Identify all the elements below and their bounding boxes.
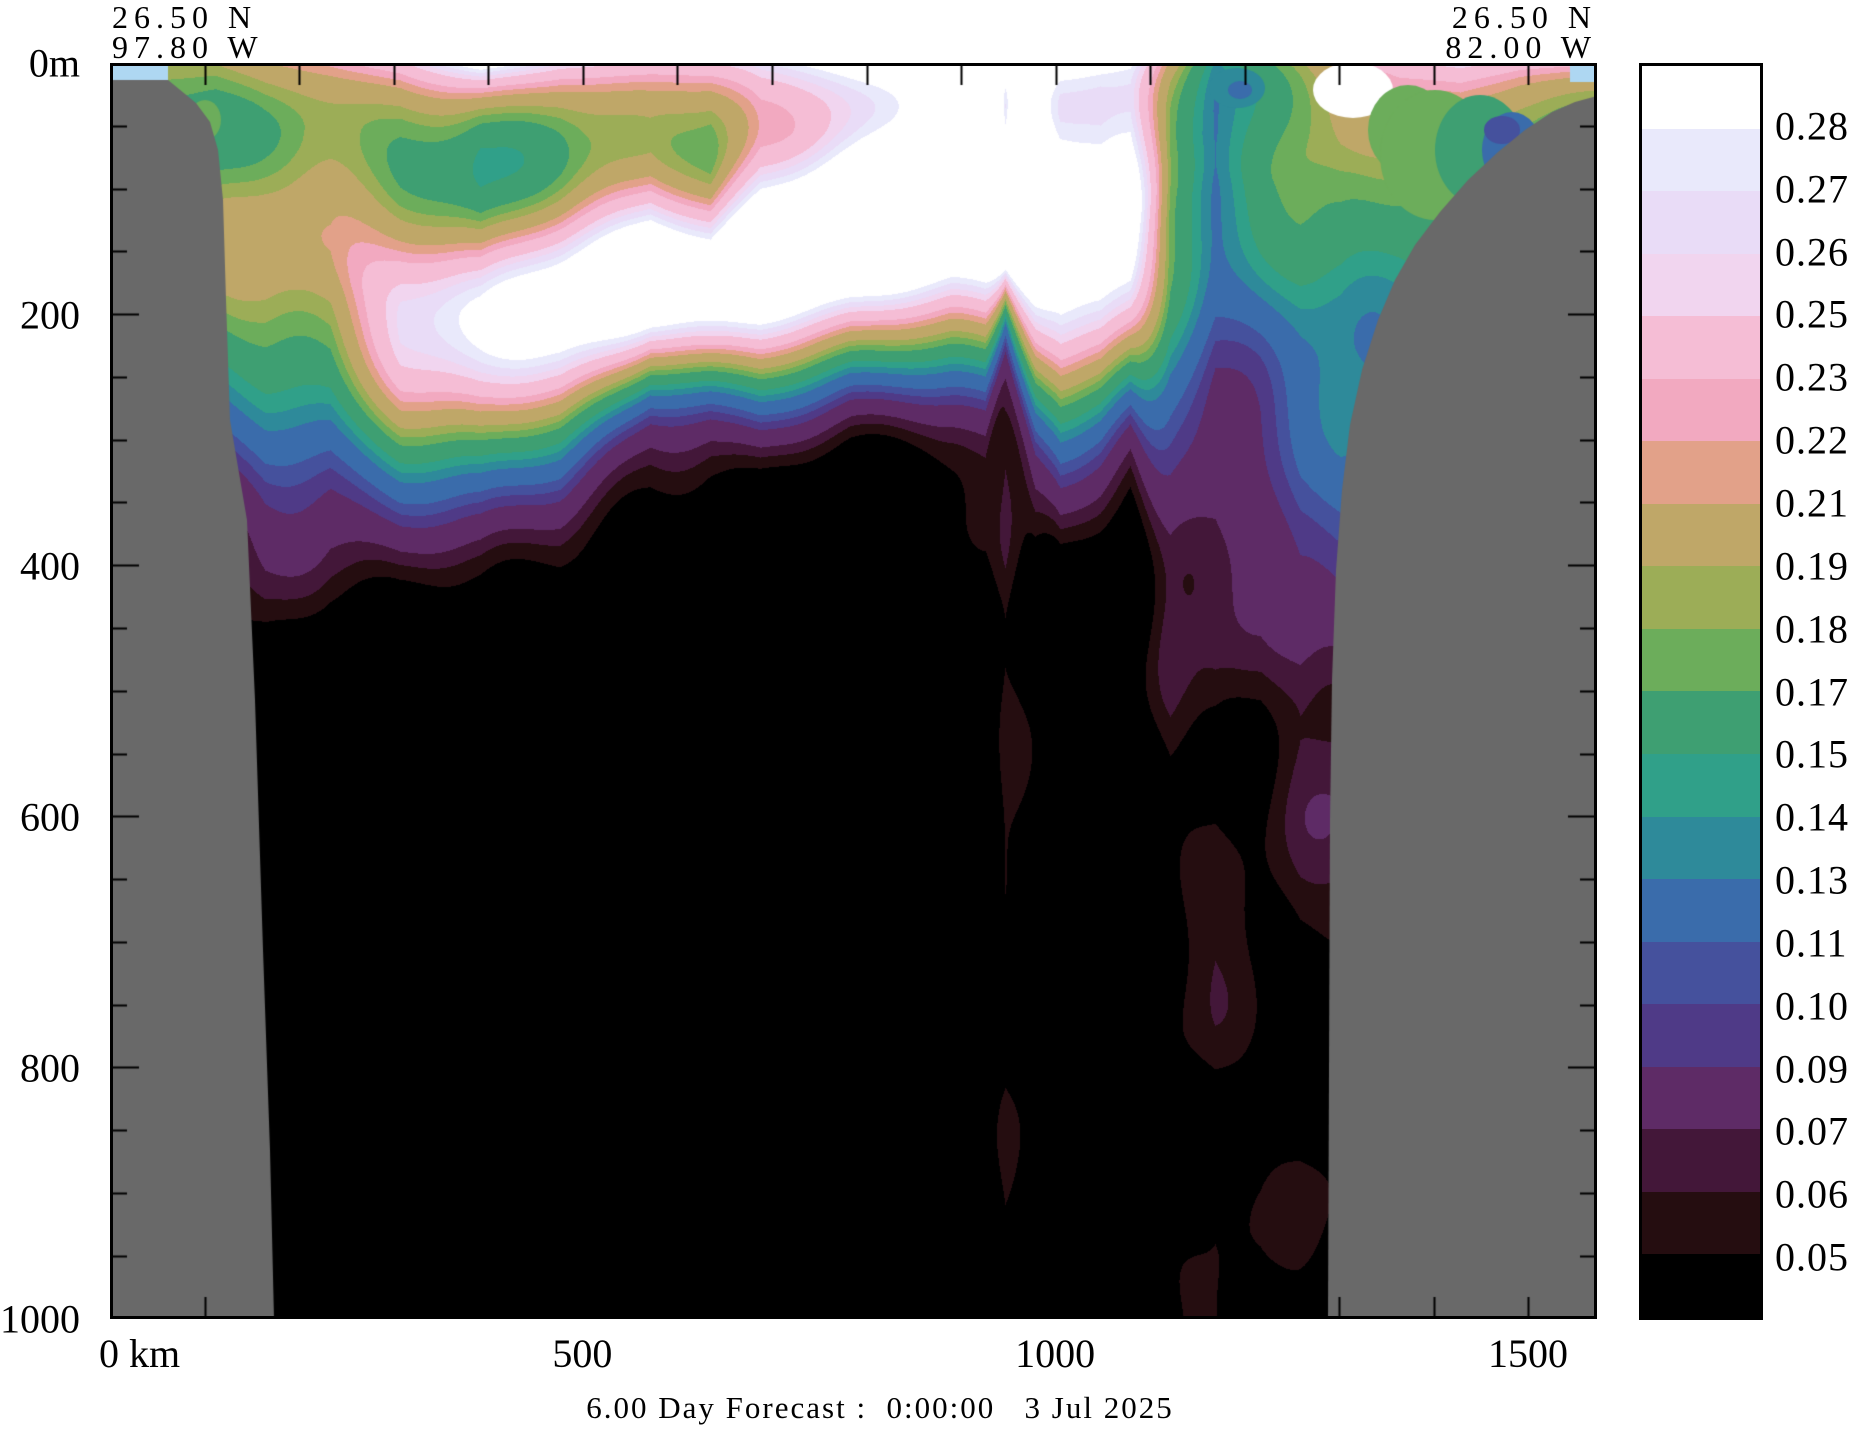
colorbar-label-0.28: 0.28	[1775, 102, 1849, 149]
colorbar-segment-1	[1642, 129, 1760, 192]
top-left-longitude: 97.80 W	[112, 29, 264, 65]
colorbar-label-0.18: 0.18	[1775, 605, 1849, 652]
colorbar-label-0.26: 0.26	[1775, 228, 1849, 275]
colorbar-segment-16	[1642, 1067, 1760, 1130]
colorbar-label-0.06: 0.06	[1775, 1171, 1849, 1218]
distance-label-500: 500	[552, 1330, 612, 1377]
depth-label-600: 600	[0, 793, 80, 840]
colorbar-label-0.27: 0.27	[1775, 165, 1849, 212]
colorbar-segment-4	[1642, 316, 1760, 379]
colorbar-segment-0	[1642, 66, 1760, 129]
colorbar-label-0.14: 0.14	[1775, 794, 1849, 841]
top-left-coordinates: 26.50 N97.80 W	[112, 2, 264, 62]
colorbar-label-0.21: 0.21	[1775, 479, 1849, 526]
colorbar-segment-2	[1642, 191, 1760, 254]
top-right-coordinates: 26.50 N82.00 W	[1337, 2, 1597, 62]
colorbar-segment-3	[1642, 254, 1760, 317]
distance-label-1500: 1500	[1488, 1330, 1568, 1377]
colorbar	[1639, 63, 1763, 1320]
colorbar-segment-8	[1642, 566, 1760, 629]
colorbar-segment-9	[1642, 629, 1760, 692]
colorbar-label-0.10: 0.10	[1775, 982, 1849, 1029]
depth-label-400: 400	[0, 542, 80, 589]
colorbar-label-0.05: 0.05	[1775, 1234, 1849, 1281]
colorbar-label-0.07: 0.07	[1775, 1108, 1849, 1155]
colorbar-label-0.09: 0.09	[1775, 1045, 1849, 1092]
colorbar-segment-13	[1642, 879, 1760, 942]
colorbar-segment-18	[1642, 1192, 1760, 1255]
top-right-longitude: 82.00 W	[1445, 29, 1597, 65]
colorbar-label-0.25: 0.25	[1775, 291, 1849, 338]
distance-label-0: 0 km	[99, 1330, 180, 1377]
colorbar-segment-10	[1642, 691, 1760, 754]
depth-label-200: 200	[0, 291, 80, 338]
distance-label-1000: 1000	[1015, 1330, 1095, 1377]
colorbar-segment-12	[1642, 817, 1760, 880]
colorbar-label-0.17: 0.17	[1775, 668, 1849, 715]
forecast-section-page: { "corner_labels": { "top_left": { "lat"…	[0, 0, 1865, 1442]
depth-axis-surface-label: 0m	[0, 40, 80, 87]
colorbar-label-0.15: 0.15	[1775, 731, 1849, 778]
colorbar-label-0.13: 0.13	[1775, 857, 1849, 904]
colorbar-label-0.19: 0.19	[1775, 542, 1849, 589]
colorbar-segment-6	[1642, 441, 1760, 504]
colorbar-label-0.23: 0.23	[1775, 354, 1849, 401]
colorbar-label-0.11: 0.11	[1775, 919, 1848, 966]
colorbar-segment-11	[1642, 754, 1760, 817]
depth-label-800: 800	[0, 1044, 80, 1091]
forecast-caption: 6.00 Day Forecast : 0:00:00 3 Jul 2025	[430, 1390, 1330, 1426]
plot-border	[110, 63, 1597, 1319]
colorbar-segment-19	[1642, 1254, 1760, 1317]
colorbar-segment-5	[1642, 379, 1760, 442]
colorbar-segment-7	[1642, 504, 1760, 567]
depth-label-1000: 1000	[0, 1296, 80, 1343]
colorbar-segment-17	[1642, 1129, 1760, 1192]
colorbar-segment-14	[1642, 942, 1760, 1005]
colorbar-segment-15	[1642, 1004, 1760, 1067]
colorbar-label-0.22: 0.22	[1775, 417, 1849, 464]
